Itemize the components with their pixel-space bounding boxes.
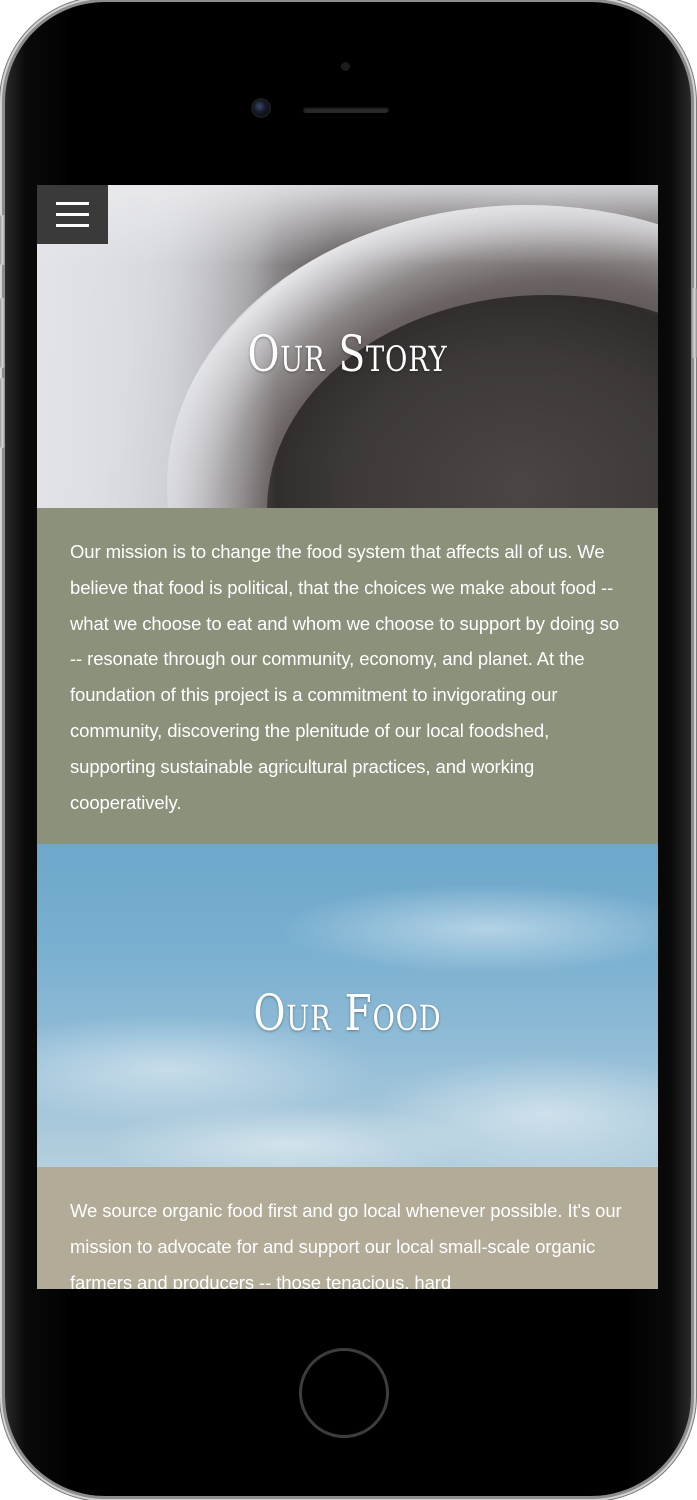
our-story-hero: Our Story (37, 185, 658, 508)
volume-up-button (0, 298, 5, 368)
our-food-hero: Our Food (37, 844, 658, 1167)
mute-switch (0, 215, 5, 265)
cloud (277, 884, 658, 974)
front-sensor (341, 62, 350, 71)
screen: Our Story Our mission is to change the f… (37, 185, 658, 1289)
hamburger-menu-icon (56, 202, 89, 205)
power-button (692, 288, 697, 358)
our-food-text: We source organic food first and go loca… (37, 1167, 658, 1289)
earpiece-speaker (303, 107, 389, 113)
our-story-text: Our mission is to change the food system… (37, 508, 658, 844)
our-story-title: Our Story (247, 325, 448, 383)
hamburger-menu-button[interactable] (37, 185, 108, 244)
volume-down-button (0, 378, 5, 448)
home-button[interactable] (299, 1348, 389, 1438)
front-camera (253, 100, 269, 116)
hero-image-glare (37, 185, 658, 265)
our-food-title: Our Food (253, 984, 442, 1042)
